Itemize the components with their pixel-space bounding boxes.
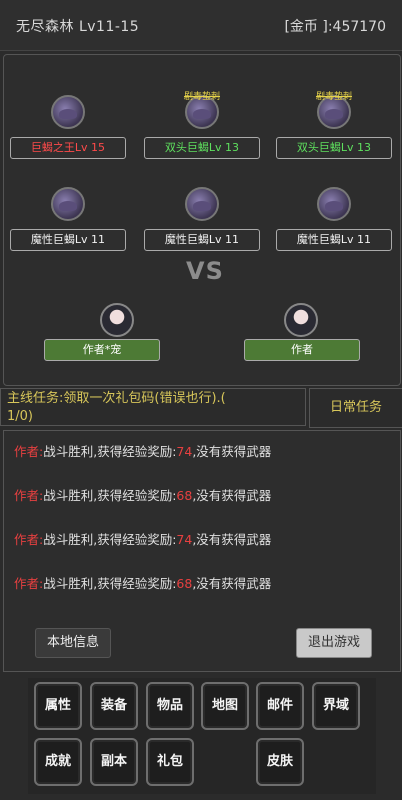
battle-panel: 巨蝎之王Lv 15 剧毒蛰刺 双头巨蝎Lv 13 剧毒蛰刺 双头巨蝎Lv 13 … bbox=[3, 54, 401, 386]
skill-tag: 剧毒蛰刺 bbox=[183, 92, 221, 102]
menu-gift-button[interactable]: 礼包 bbox=[146, 738, 194, 786]
log-text: ,没有获得武器 bbox=[192, 444, 272, 459]
exit-game-button[interactable]: 退出游戏 bbox=[296, 628, 372, 658]
main-quest[interactable]: 主线任务:领取一次礼包码(错误也行).( 1/0) bbox=[0, 388, 306, 426]
enemy-name: 双头巨蝎Lv 13 bbox=[144, 137, 260, 159]
local-info-button[interactable]: 本地信息 bbox=[35, 628, 111, 658]
log-actor: 作者: bbox=[14, 576, 44, 591]
area-title: 无尽森林 Lv11-15 bbox=[16, 19, 140, 35]
log-line: 作者:战斗胜利,获得经验奖励:74,没有获得武器 bbox=[14, 529, 271, 548]
enemy-unit[interactable]: 剧毒蛰刺 双头巨蝎Lv 13 bbox=[276, 92, 392, 165]
enemy-name: 魔性巨蝎Lv 11 bbox=[276, 229, 392, 251]
menu-map-button[interactable]: 地图 bbox=[201, 682, 249, 730]
log-text: 战斗胜利,获得经验奖励: bbox=[43, 444, 177, 459]
scorpion-avatar-icon bbox=[185, 187, 219, 221]
log-text: 战斗胜利,获得经验奖励: bbox=[43, 488, 177, 503]
hero-avatar-icon[interactable] bbox=[284, 303, 318, 337]
enemy-name: 巨蝎之王Lv 15 bbox=[10, 137, 126, 159]
enemy-unit[interactable]: 巨蝎之王Lv 15 bbox=[10, 95, 126, 165]
menu-items-button[interactable]: 物品 bbox=[146, 682, 194, 730]
enemy-unit[interactable]: 剧毒蛰刺 双头巨蝎Lv 13 bbox=[144, 92, 260, 165]
menu-dungeon-button[interactable]: 副本 bbox=[90, 738, 138, 786]
hero-name[interactable]: 作者*宠 bbox=[44, 339, 160, 361]
menu-equipment-button[interactable]: 装备 bbox=[90, 682, 138, 730]
enemy-name: 双头巨蝎Lv 13 bbox=[276, 137, 392, 159]
hero-avatar-icon[interactable] bbox=[100, 303, 134, 337]
main-menu: 属性 装备 物品 地图 邮件 界域 成就 副本 礼包 皮肤 bbox=[28, 678, 376, 794]
skill-tag: 剧毒蛰刺 bbox=[315, 92, 353, 102]
scorpion-avatar-icon bbox=[317, 187, 351, 221]
gold-counter: [金币 ]:457170 bbox=[284, 19, 386, 35]
enemy-unit[interactable]: 魔性巨蝎Lv 11 bbox=[276, 187, 392, 257]
log-actor: 作者: bbox=[14, 532, 44, 547]
menu-achievements-button[interactable]: 成就 bbox=[34, 738, 82, 786]
log-line: 作者:战斗胜利,获得经验奖励:68,没有获得武器 bbox=[14, 573, 271, 592]
log-exp: 68 bbox=[176, 488, 193, 503]
menu-realm-button[interactable]: 界域 bbox=[312, 682, 360, 730]
log-exp: 68 bbox=[176, 576, 193, 591]
log-line: 作者:战斗胜利,获得经验奖励:74,没有获得武器 bbox=[14, 441, 271, 460]
log-text: ,没有获得武器 bbox=[192, 576, 272, 591]
log-exp: 74 bbox=[176, 444, 193, 459]
log-line: 作者:战斗胜利,获得经验奖励:68,没有获得武器 bbox=[14, 485, 271, 504]
enemy-unit[interactable]: 魔性巨蝎Lv 11 bbox=[10, 187, 126, 257]
main-quest-line2: 1/0) bbox=[7, 409, 33, 424]
main-quest-line1: 主线任务:领取一次礼包码(错误也行).( bbox=[7, 391, 226, 406]
hero-name[interactable]: 作者 bbox=[244, 339, 360, 361]
log-text: ,没有获得武器 bbox=[192, 532, 272, 547]
top-bar: 无尽森林 Lv11-15 [金币 ]:457170 bbox=[0, 0, 402, 51]
log-text: ,没有获得武器 bbox=[192, 488, 272, 503]
enemy-name: 魔性巨蝎Lv 11 bbox=[10, 229, 126, 251]
scorpion-avatar-icon bbox=[51, 95, 85, 129]
scorpion-avatar-icon bbox=[51, 187, 85, 221]
menu-skin-button[interactable]: 皮肤 bbox=[256, 738, 304, 786]
enemy-unit[interactable]: 魔性巨蝎Lv 11 bbox=[144, 187, 260, 257]
quest-bar: 主线任务:领取一次礼包码(错误也行).( 1/0) 日常任务 bbox=[0, 388, 402, 428]
log-actor: 作者: bbox=[14, 444, 44, 459]
vs-label: VS bbox=[186, 257, 224, 285]
log-text: 战斗胜利,获得经验奖励: bbox=[43, 576, 177, 591]
enemy-name: 魔性巨蝎Lv 11 bbox=[144, 229, 260, 251]
log-text: 战斗胜利,获得经验奖励: bbox=[43, 532, 177, 547]
log-exp: 74 bbox=[176, 532, 193, 547]
menu-mail-button[interactable]: 邮件 bbox=[256, 682, 304, 730]
daily-quest-button[interactable]: 日常任务 bbox=[309, 388, 402, 428]
menu-attributes-button[interactable]: 属性 bbox=[34, 682, 82, 730]
log-actor: 作者: bbox=[14, 488, 44, 503]
